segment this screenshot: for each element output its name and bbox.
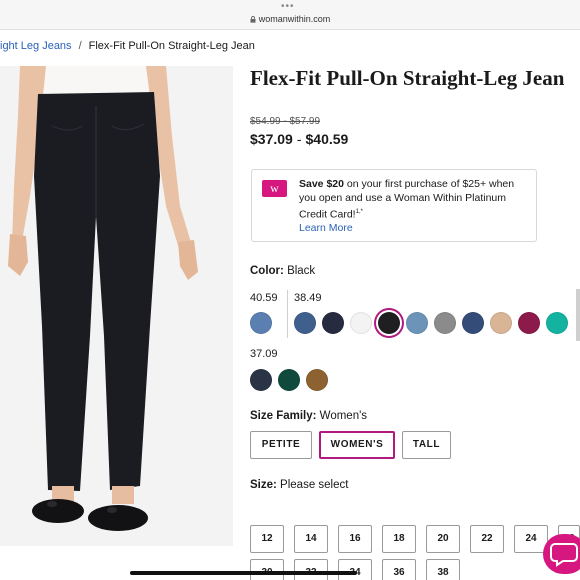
size-family-womens-button[interactable]: WOMEN'S xyxy=(319,431,395,459)
color-swatch-brown[interactable] xyxy=(306,369,328,391)
original-price: $54.99 - $57.99 xyxy=(250,116,321,127)
product-image[interactable] xyxy=(0,66,233,546)
price-group-label: 40.59 xyxy=(250,292,278,304)
breadcrumb-parent-link[interactable]: ight Leg Jeans xyxy=(0,40,72,52)
size-button[interactable]: 18 xyxy=(382,525,416,553)
chat-button[interactable] xyxy=(543,534,580,574)
url-display[interactable]: womanwithin.com xyxy=(0,14,580,24)
size-button[interactable]: 16 xyxy=(338,525,372,553)
sale-price-high: $40.59 xyxy=(305,131,349,147)
size-label: Size: Please select xyxy=(250,479,348,491)
color-swatch-light-denim[interactable] xyxy=(250,312,272,334)
size-button[interactable]: 22 xyxy=(470,525,504,553)
home-indicator xyxy=(130,571,357,575)
url-text: womanwithin.com xyxy=(258,14,331,24)
promo-superscript: 1,* xyxy=(355,209,363,215)
size-button[interactable]: 32 xyxy=(294,559,328,580)
color-swatch-teal[interactable] xyxy=(546,312,568,334)
color-swatch-navy[interactable] xyxy=(322,312,344,334)
color-label-key: Color: xyxy=(250,265,284,277)
size-button[interactable]: 30 xyxy=(250,559,284,580)
color-swatch-tan[interactable] xyxy=(490,312,512,334)
size-family-tall-button[interactable]: TALL xyxy=(402,431,451,459)
size-family-key: Size Family: xyxy=(250,410,317,422)
more-options-icon[interactable]: ••• xyxy=(281,2,295,12)
color-swatch-white[interactable] xyxy=(350,312,372,334)
browser-address-bar: ••• womanwithin.com xyxy=(0,0,580,30)
color-swatch-gray[interactable] xyxy=(434,312,456,334)
size-family-selected: Women's xyxy=(319,410,368,422)
breadcrumb-current: Flex-Fit Pull-On Straight-Leg Jean xyxy=(88,40,255,52)
promo-bold: Save $20 xyxy=(299,178,344,190)
credit-card-promo: w Save $20 on your first purchase of $25… xyxy=(251,169,537,242)
color-swatch-medium-denim[interactable] xyxy=(294,312,316,334)
size-prompt: Please select xyxy=(280,479,349,491)
color-swatch-berry[interactable] xyxy=(518,312,540,334)
color-swatch-indigo[interactable] xyxy=(462,312,484,334)
size-button[interactable]: 14 xyxy=(294,525,328,553)
breadcrumb-separator: / xyxy=(78,40,82,52)
size-family-label: Size Family: Women's xyxy=(250,410,367,422)
color-selected-name: Black xyxy=(287,265,316,277)
sale-price-separator: - xyxy=(296,131,302,147)
price-group-label: 37.09 xyxy=(250,348,278,360)
color-swatch-hunter-green[interactable] xyxy=(278,369,300,391)
lock-icon xyxy=(250,16,256,23)
color-label: Color: Black xyxy=(250,265,315,277)
chat-icon xyxy=(550,543,578,567)
sale-price-low: $37.09 xyxy=(250,131,293,147)
scrollbar[interactable] xyxy=(576,289,580,341)
size-button[interactable]: 12 xyxy=(250,525,284,553)
product-model-illustration xyxy=(0,66,233,546)
credit-card-icon: w xyxy=(262,180,287,197)
size-label-key: Size: xyxy=(250,479,277,491)
color-swatch-light-wash[interactable] xyxy=(406,312,428,334)
color-swatch-dark-navy[interactable] xyxy=(250,369,272,391)
color-swatch-black[interactable] xyxy=(378,312,400,334)
price-group-divider xyxy=(287,290,288,338)
product-title: Flex-Fit Pull-On Straight-Leg Jean xyxy=(250,66,565,90)
size-button[interactable]: 34 xyxy=(338,559,372,580)
price-group-label: 38.49 xyxy=(294,292,322,304)
size-family-petite-button[interactable]: PETITE xyxy=(250,431,312,459)
learn-more-link[interactable]: Learn More xyxy=(299,222,353,234)
breadcrumb: ight Leg Jeans / Flex-Fit Pull-On Straight… xyxy=(0,40,255,52)
size-button[interactable]: 38 xyxy=(426,559,460,580)
promo-text: Save $20 on your first purchase of $25+ … xyxy=(299,177,531,222)
sale-price: $37.09- $40.59 xyxy=(250,131,348,147)
size-button[interactable]: 20 xyxy=(426,525,460,553)
size-button[interactable]: 36 xyxy=(382,559,416,580)
